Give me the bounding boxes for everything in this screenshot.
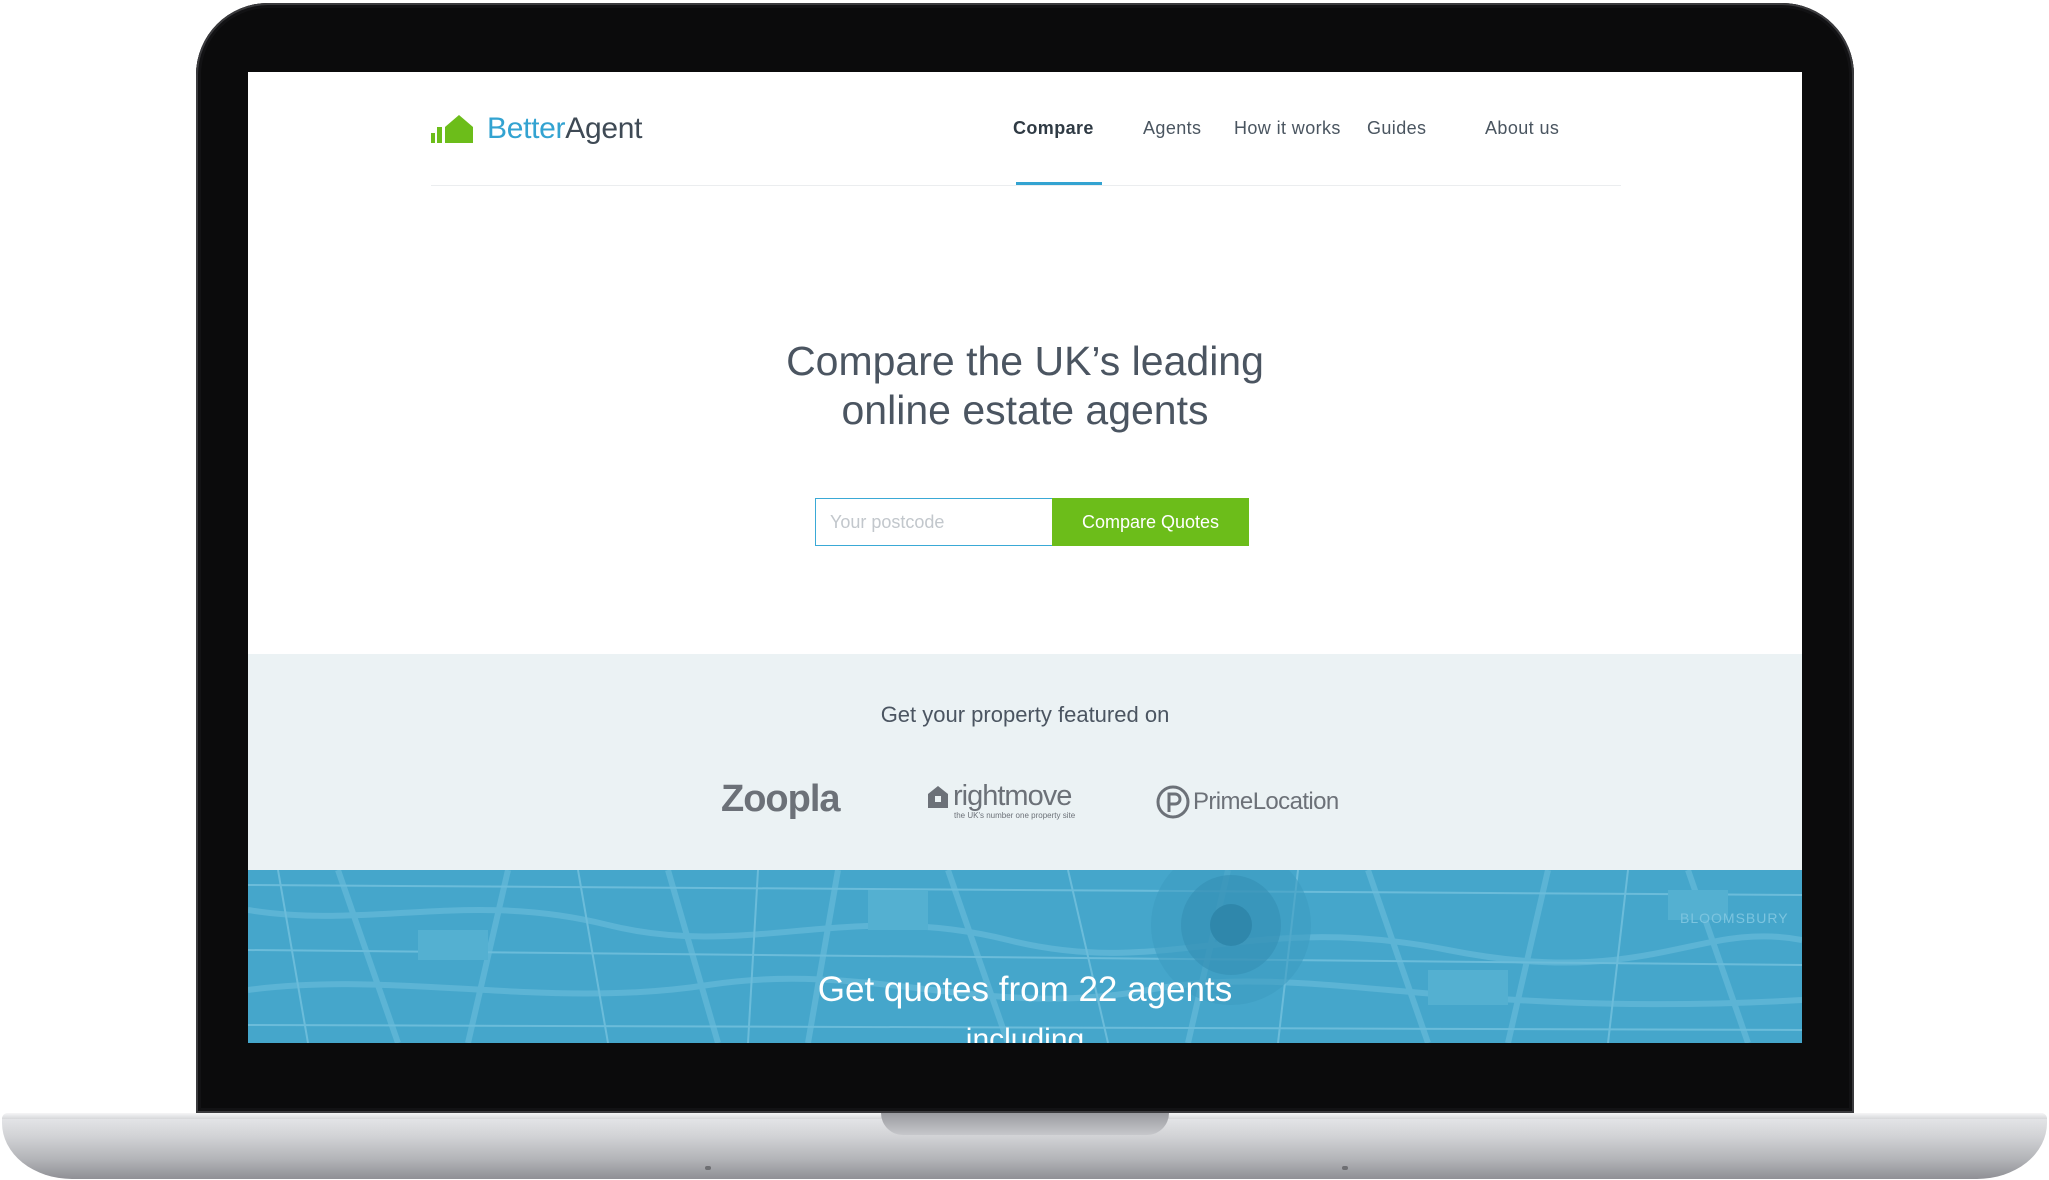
- nav-agents[interactable]: Agents: [1143, 118, 1201, 139]
- featured-on-section: Get your property featured on Zoopla rig…: [248, 654, 1802, 870]
- logo-better-text: Better: [487, 112, 566, 145]
- street-map-background: [248, 870, 1802, 1043]
- rightmove-tagline: the UK's number one property site: [954, 811, 1076, 820]
- rightmove-logo: rightmove the UK's number one property s…: [926, 780, 1075, 820]
- postcode-input[interactable]: [815, 498, 1052, 546]
- zoopla-logo: Zoopla: [721, 778, 841, 820]
- nav-compare[interactable]: Compare: [1013, 118, 1094, 139]
- laptop-foot: [1342, 1166, 1348, 1170]
- hero-heading-line1: Compare the UK’s leading: [786, 338, 1264, 384]
- nav-how-it-works[interactable]: How it works: [1234, 118, 1341, 139]
- compare-quotes-button[interactable]: Compare Quotes: [1052, 498, 1249, 546]
- map-area-label: BLOOMSBURY: [1680, 910, 1789, 926]
- quote-form: Compare Quotes: [815, 498, 1249, 546]
- primelocation-logo: Prime Location: [1155, 784, 1339, 820]
- betteragent-logo[interactable]: BetterAgent: [431, 112, 642, 146]
- site-header: BetterAgent Compare Agents How it works …: [248, 72, 1802, 187]
- header-divider: [431, 185, 1621, 186]
- nav-about-us[interactable]: About us: [1485, 118, 1559, 139]
- nav-guides[interactable]: Guides: [1367, 118, 1426, 139]
- laptop-opening-notch: [881, 1113, 1169, 1135]
- hero-heading-line2: online estate agents: [841, 387, 1209, 433]
- rightmove-house-icon: [928, 785, 948, 808]
- browser-screen: BetterAgent Compare Agents How it works …: [248, 72, 1802, 1043]
- logo-wordmark: BetterAgent: [487, 112, 642, 146]
- agents-subheading: including: [965, 1023, 1085, 1043]
- rightmove-wordmark: rightmove: [953, 780, 1072, 812]
- logo-agent-text: Agent: [565, 112, 643, 145]
- laptop-foot: [705, 1166, 711, 1170]
- featured-heading: Get your property featured on: [880, 702, 1170, 727]
- map-banner: BLOOMSBURY Get quotes from 22 agents inc…: [248, 870, 1802, 1043]
- agents-count-heading: Get quotes from 22 agents: [817, 970, 1233, 1009]
- hero-heading: Compare the UK’s leading online estate a…: [248, 337, 1802, 435]
- primelocation-location: Location: [1252, 788, 1340, 815]
- house-bars-icon: [431, 115, 473, 143]
- primelocation-prime: Prime: [1193, 788, 1253, 815]
- primelocation-p-icon: [1156, 785, 1190, 819]
